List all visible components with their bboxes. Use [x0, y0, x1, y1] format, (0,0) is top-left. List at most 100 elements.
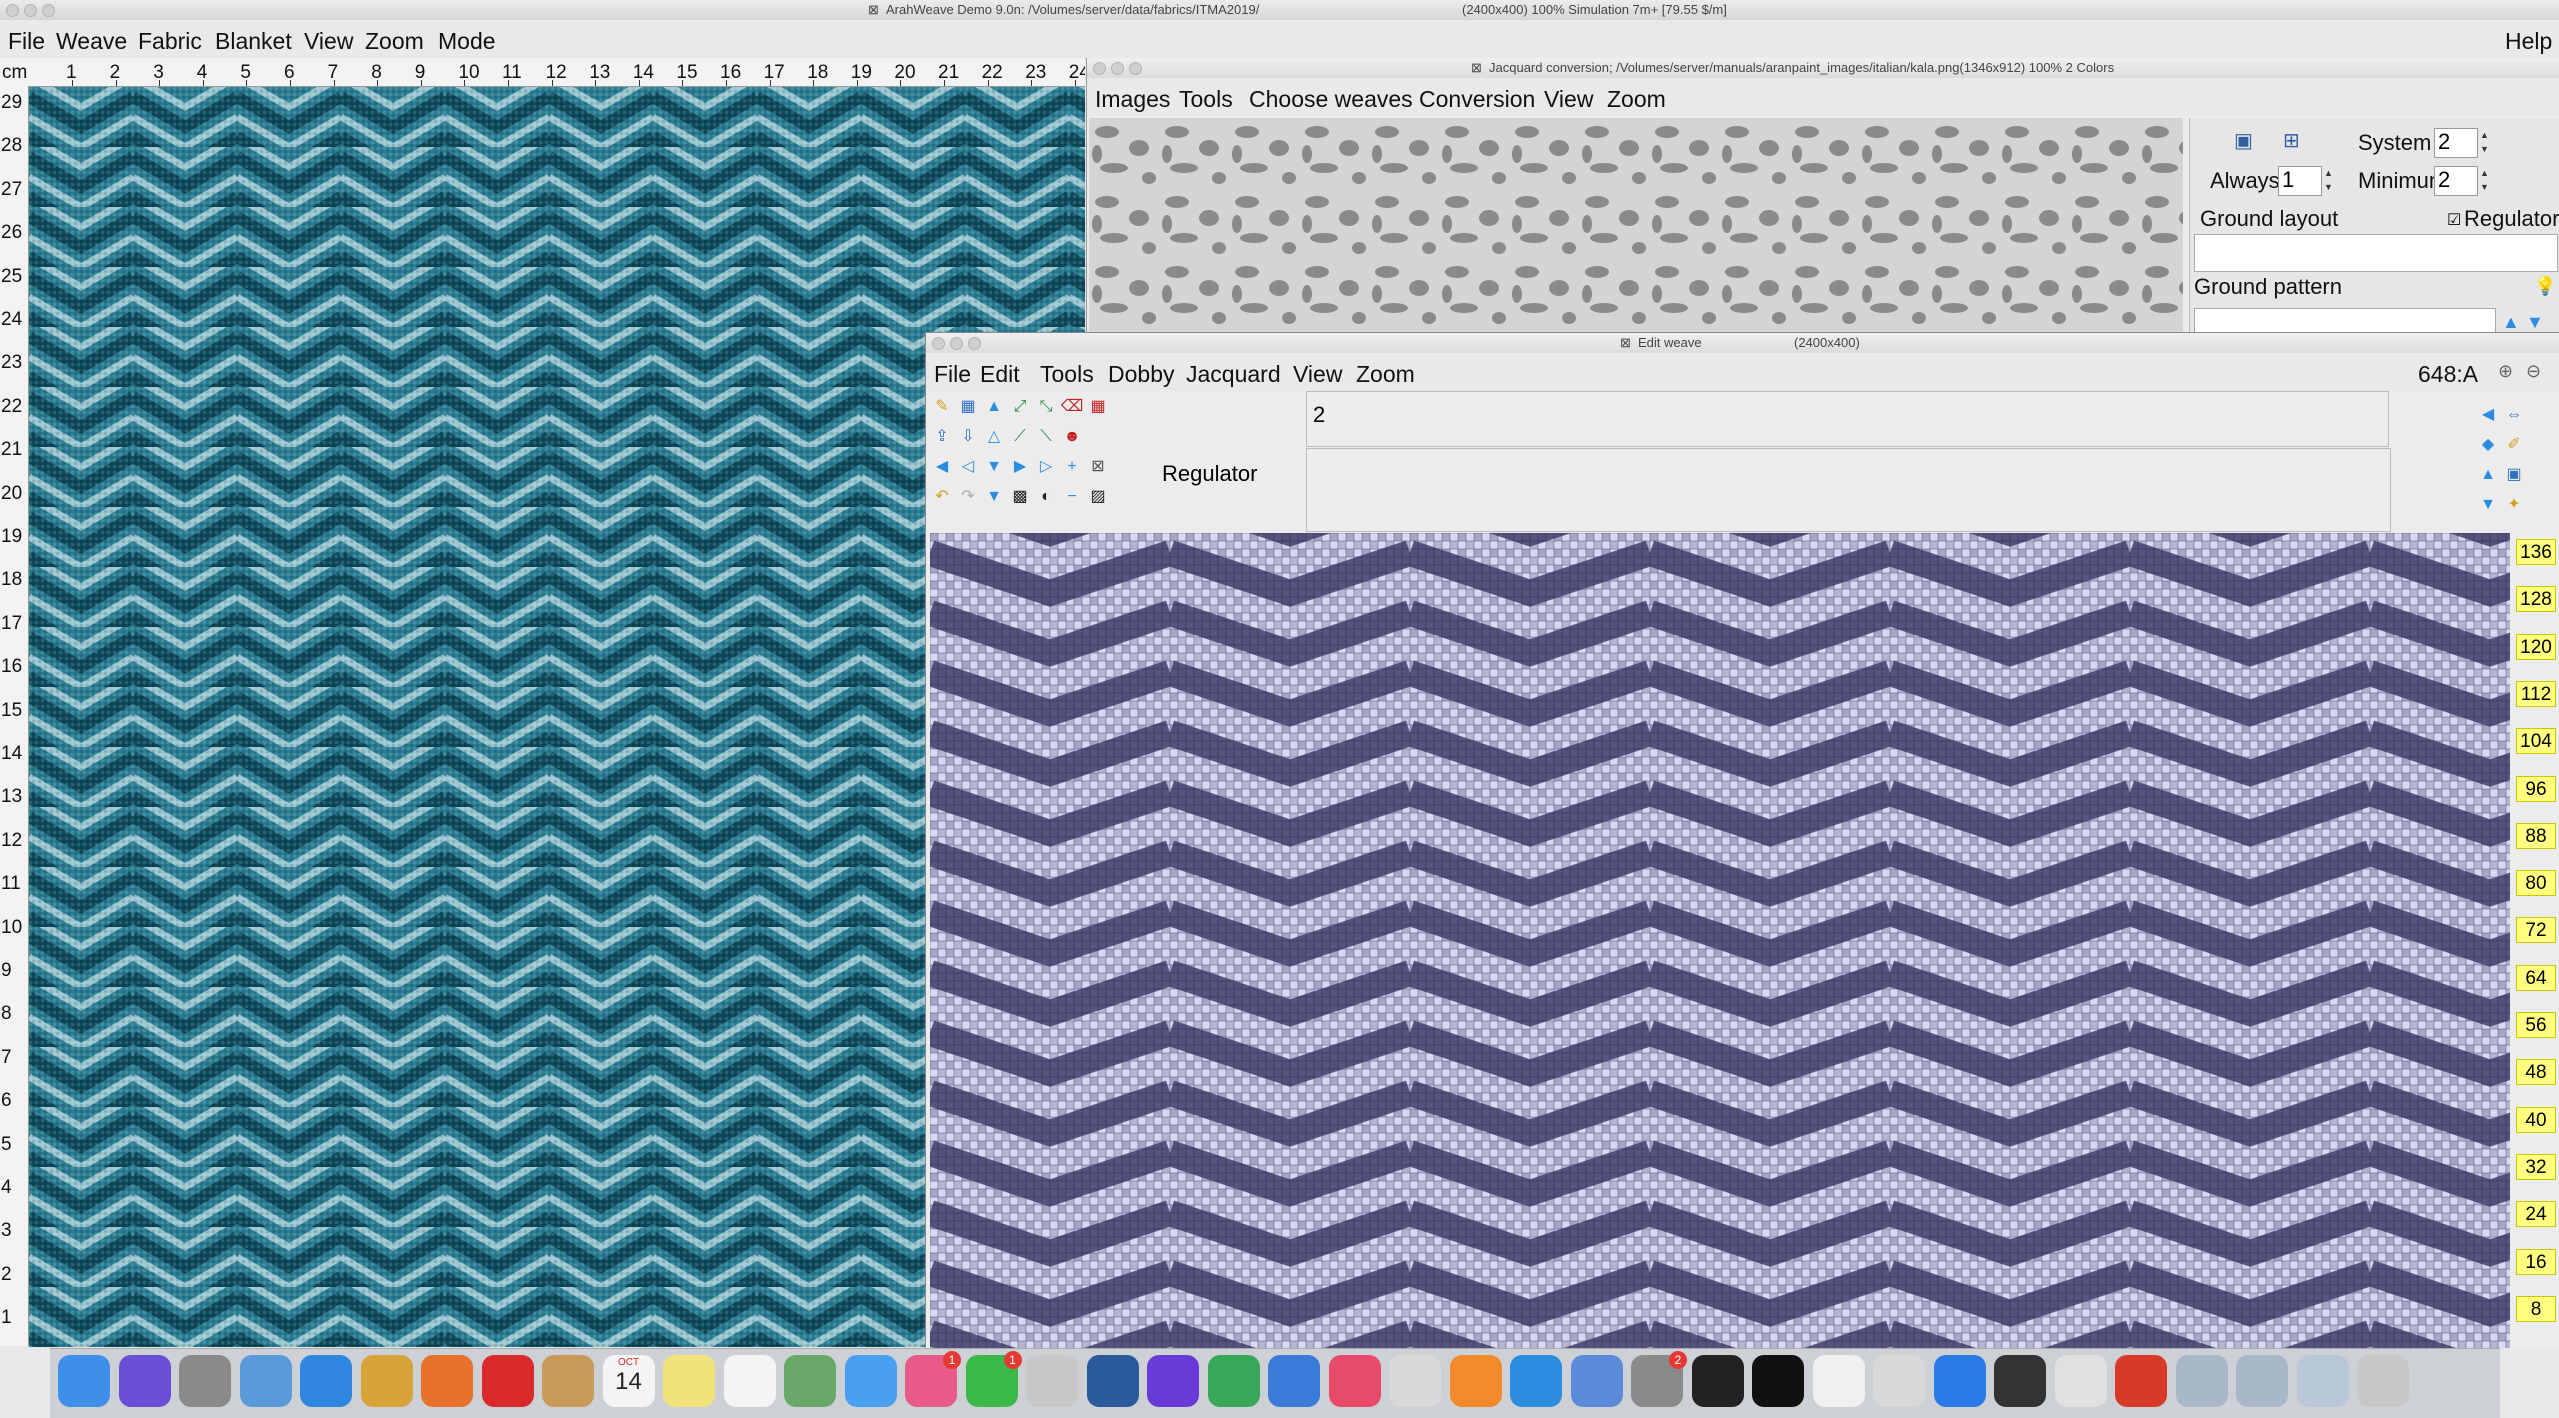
arrow-up-icon[interactable]: ▲: [2476, 463, 2500, 487]
books-icon[interactable]: [1449, 1355, 1502, 1407]
grid-red-icon[interactable]: ▦: [1086, 395, 1110, 419]
dictionary-icon[interactable]: [1026, 1355, 1078, 1407]
zoom-window-icon[interactable]: [968, 337, 981, 350]
zoom-window-icon[interactable]: [42, 4, 55, 17]
x11-icon[interactable]: [1994, 1355, 2046, 1407]
system-input[interactable]: 2: [2434, 128, 2478, 158]
help-icon[interactable]: [1389, 1355, 1441, 1407]
menu-weave[interactable]: Weave: [56, 28, 127, 55]
terminal-icon[interactable]: [1691, 1355, 1744, 1407]
shift-up-icon[interactable]: ▲: [982, 395, 1006, 419]
regulator-edit-field[interactable]: [1306, 448, 2391, 532]
lightbulb-icon[interactable]: 💡: [2534, 276, 2556, 297]
minimize-window-icon[interactable]: [1111, 62, 1124, 75]
minimum-stepper[interactable]: ▲ ▼: [2480, 166, 2490, 196]
keynote-icon[interactable]: [1268, 1355, 1320, 1407]
file-icon[interactable]: [1812, 1355, 1865, 1407]
minimum-input[interactable]: 2: [2434, 166, 2478, 196]
facetime-icon[interactable]: 1: [965, 1351, 1022, 1407]
minimize-window-icon[interactable]: [950, 337, 963, 350]
siri-icon[interactable]: [118, 1355, 171, 1407]
settings-icon[interactable]: 2: [1631, 1351, 1687, 1407]
close-window-icon[interactable]: [1093, 62, 1106, 75]
maps-icon[interactable]: [784, 1355, 836, 1407]
select-icon[interactable]: ▦: [956, 395, 980, 419]
jacquard-image-view[interactable]: [1089, 118, 2183, 338]
regulator-checkbox[interactable]: ☑: [2447, 210, 2461, 230]
calendar-icon[interactable]: OCT 14: [602, 1355, 655, 1407]
zoom-out-icon[interactable]: ⊖: [2526, 361, 2541, 382]
photos-icon[interactable]: 1: [905, 1351, 961, 1407]
documents-icon[interactable]: [2175, 1355, 2228, 1407]
minus-icon[interactable]: −: [1060, 485, 1084, 509]
launchpad-icon[interactable]: [179, 1355, 231, 1407]
diagonal-right-icon[interactable]: ⟍: [1034, 425, 1058, 449]
undo-icon[interactable]: ↶: [930, 485, 954, 509]
arrow-down-icon[interactable]: ▼: [2526, 312, 2544, 333]
clear-icon[interactable]: ⌫: [1060, 395, 1084, 419]
trash-icon[interactable]: [2357, 1355, 2409, 1407]
safari-icon[interactable]: [300, 1355, 352, 1407]
image-icon[interactable]: ▣: [2502, 463, 2526, 487]
arrow-right-2-icon[interactable]: ▷: [1034, 455, 1058, 479]
ew-menu-tools[interactable]: Tools: [1040, 361, 1094, 388]
brush-icon[interactable]: ✐: [2502, 433, 2526, 457]
always-stepper[interactable]: ▲ ▼: [2324, 166, 2334, 196]
zoom-in-icon[interactable]: ⊕: [2498, 361, 2513, 382]
folder-icon[interactable]: [2296, 1355, 2349, 1407]
plus-icon[interactable]: +: [1060, 455, 1084, 479]
music-icon[interactable]: [1328, 1355, 1381, 1407]
grid-tool-icon[interactable]: ⊞: [2283, 128, 2300, 153]
jq-menu-choose-weaves[interactable]: Choose weaves: [1249, 86, 1413, 113]
arrow-left-2-icon[interactable]: ◁: [956, 455, 980, 479]
close-window-icon[interactable]: [6, 4, 19, 17]
arahweave-icon[interactable]: [360, 1355, 413, 1407]
ew-menu-file[interactable]: File: [934, 361, 971, 388]
jq-menu-view[interactable]: View: [1544, 86, 1593, 113]
pencil-icon[interactable]: ✎: [930, 395, 954, 419]
export-icon[interactable]: ⇩: [956, 425, 980, 449]
regulator-value-field[interactable]: 2: [1306, 391, 2389, 447]
qq-icon[interactable]: [1752, 1355, 1804, 1407]
appstore-icon[interactable]: [1510, 1355, 1562, 1407]
textedit-icon[interactable]: [663, 1355, 715, 1407]
menu-mode[interactable]: Mode: [438, 28, 496, 55]
opera-icon[interactable]: [481, 1355, 534, 1407]
numbers-icon[interactable]: [1207, 1355, 1260, 1407]
weave-grid[interactable]: [930, 533, 2510, 1348]
diagonal-left-icon[interactable]: ⟋: [1008, 425, 1032, 449]
help-icon-2[interactable]: [1873, 1355, 1925, 1407]
lightbulb-icon[interactable]: ✦: [2502, 493, 2526, 517]
jq-menu-tools[interactable]: Tools: [1179, 86, 1233, 113]
ew-menu-jacquard[interactable]: Jacquard: [1186, 361, 1281, 388]
acrobat-icon[interactable]: [2115, 1355, 2167, 1407]
reminders-icon[interactable]: [723, 1355, 776, 1407]
arrow-left-icon[interactable]: ◀: [930, 455, 954, 479]
menu-blanket[interactable]: Blanket: [215, 28, 292, 55]
quicktime-icon[interactable]: [1086, 1355, 1139, 1407]
ground-layout-input[interactable]: [2194, 234, 2558, 272]
messages-icon[interactable]: [844, 1355, 897, 1407]
system-stepper[interactable]: ▲ ▼: [2480, 128, 2490, 158]
stretch-icon[interactable]: ⇔: [2502, 403, 2526, 427]
move-down-icon[interactable]: ▼: [982, 485, 1006, 509]
person-icon[interactable]: ☻: [1060, 425, 1084, 449]
jq-menu-conversion[interactable]: Conversion: [1419, 86, 1535, 113]
xcode-icon[interactable]: [1570, 1355, 1623, 1407]
twill-down-icon[interactable]: ⤡: [1034, 395, 1058, 419]
twill-up-icon[interactable]: ⤢: [1008, 395, 1032, 419]
jq-menu-zoom[interactable]: Zoom: [1607, 86, 1666, 113]
triangle-up-icon[interactable]: △: [982, 425, 1006, 449]
menu-file[interactable]: File: [8, 28, 45, 55]
arrows-horizontal-icon[interactable]: ◆: [2476, 433, 2500, 457]
menu-help[interactable]: Help: [2505, 28, 2552, 55]
ew-menu-zoom[interactable]: Zoom: [1356, 361, 1415, 388]
jq-menu-images[interactable]: Images: [1095, 86, 1170, 113]
script-icon[interactable]: [2054, 1355, 2107, 1407]
image-tool-icon[interactable]: ▣: [2234, 128, 2253, 153]
arrow-right-icon[interactable]: ▶: [1008, 455, 1032, 479]
menu-view[interactable]: View: [304, 28, 353, 55]
finder-icon[interactable]: [58, 1355, 110, 1407]
redo-icon[interactable]: ↷: [956, 485, 980, 509]
arrows-vertical-icon[interactable]: ▼: [2476, 493, 2500, 517]
